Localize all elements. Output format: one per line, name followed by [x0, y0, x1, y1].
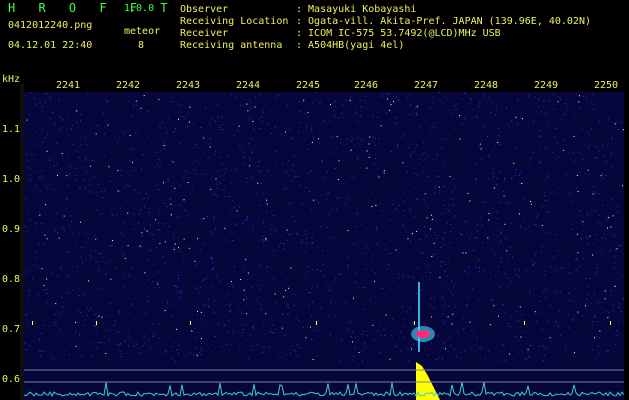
receiver-value: : ICOM IC-575 53.7492(@LCD)MHz USB: [296, 28, 501, 39]
y-tick-label: 0.9: [2, 224, 21, 235]
x-tick-label: 2250: [594, 80, 619, 91]
spectrogram-svg: [24, 92, 624, 400]
x-tick-label: 2247: [414, 80, 439, 91]
location-label: Receiving Location: [180, 16, 289, 27]
timestamp: 04.12.01 22:40: [8, 40, 93, 51]
y-tick-label: 0.7: [2, 324, 21, 335]
noise-field: [24, 92, 624, 363]
x-tick-label: 2246: [354, 80, 379, 91]
observer-label: Observer: [180, 4, 229, 15]
x-tick-label: 2242: [116, 80, 141, 91]
spectrogram-canvas[interactable]: [24, 92, 624, 400]
file-name: 0412012240.png: [8, 20, 93, 31]
antenna-value: : A504HB(yagi 4el): [296, 40, 405, 51]
antenna-label: Receiving antenna: [180, 40, 283, 51]
x-tick-label: 2243: [176, 80, 201, 91]
location-value: : Ogata-vill. Akita-Pref. JAPAN (139.96E…: [296, 16, 592, 27]
x-tick-label: 2248: [474, 80, 499, 91]
y-axis-unit: kHz: [2, 74, 21, 85]
y-tick-label: 0.8: [2, 274, 21, 285]
y-tick-label: 1.0: [2, 174, 21, 185]
header-panel: H R O F F T 1.0.0 0412012240.png 04.12.0…: [0, 0, 629, 74]
receiver-label: Receiver: [180, 28, 229, 39]
observer-value: : Masayuki Kobayashi: [296, 4, 417, 15]
y-tick-label: 0.6: [2, 374, 21, 385]
level-lines: [24, 369, 624, 397]
x-tick-label: 2249: [534, 80, 559, 91]
meteor-count: 8: [138, 40, 145, 51]
time-tick-marks: [32, 321, 611, 325]
meteor-label: meteor: [124, 26, 161, 37]
app-version: 1.0.0: [124, 3, 155, 14]
x-tick-label: 2241: [56, 80, 81, 91]
x-tick-label: 2245: [296, 80, 321, 91]
y-tick-label: 1.1: [2, 124, 21, 135]
x-tick-label: 2244: [236, 80, 261, 91]
